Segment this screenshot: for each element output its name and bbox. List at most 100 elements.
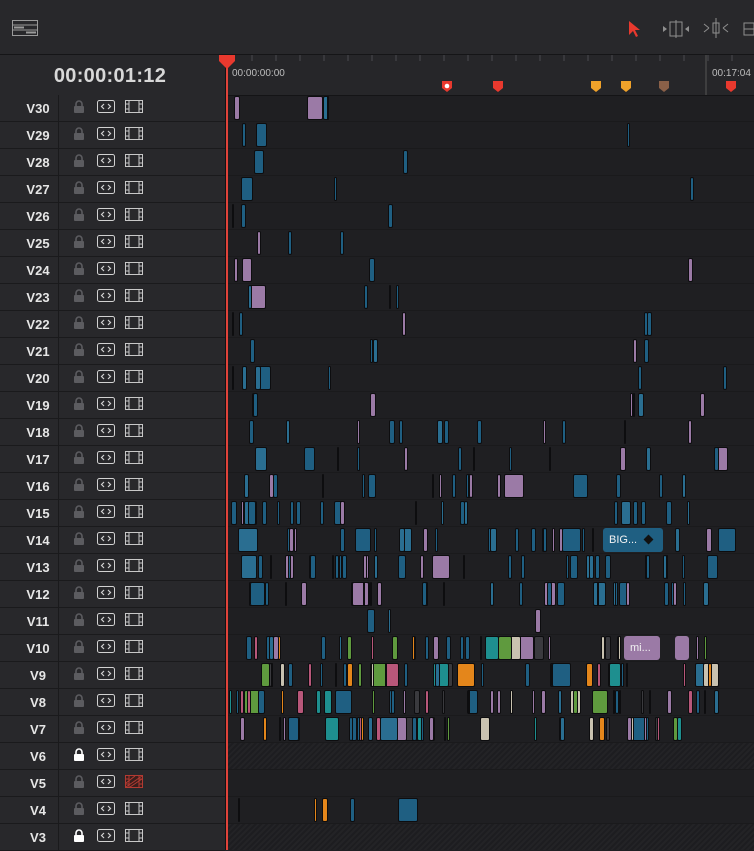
timeline-clip[interactable] (645, 447, 651, 471)
timeline-clip[interactable] (397, 555, 407, 579)
film-icon[interactable] (125, 100, 143, 118)
timeline-clip[interactable] (260, 663, 271, 687)
film-icon[interactable] (125, 802, 143, 820)
timeline-clip[interactable] (472, 447, 475, 471)
timeline-clip[interactable] (287, 231, 293, 255)
unlock-icon[interactable] (73, 100, 85, 118)
timeline-clip[interactable] (255, 123, 268, 147)
auto-select-icon[interactable] (97, 829, 115, 847)
timeline-clip[interactable] (271, 663, 274, 687)
timeline-clip[interactable] (444, 420, 449, 444)
timeline-clip[interactable] (340, 501, 345, 525)
auto-select-icon[interactable] (97, 694, 115, 712)
unlock-icon[interactable] (73, 721, 85, 739)
timeline-clip[interactable] (398, 420, 403, 444)
timeline-clip[interactable] (350, 798, 355, 822)
timeline-clip[interactable] (573, 690, 578, 714)
timeline-clip[interactable] (442, 582, 446, 606)
track-lane[interactable] (226, 311, 754, 338)
timeline-clip[interactable] (479, 636, 482, 660)
timeline-clip[interactable] (392, 636, 398, 660)
timeline-clip[interactable] (374, 528, 377, 552)
unlock-icon[interactable] (73, 397, 85, 415)
timeline-clip[interactable] (446, 636, 452, 660)
timeline-clip[interactable] (462, 555, 465, 579)
unlock-icon[interactable] (73, 235, 85, 253)
auto-select-icon[interactable] (97, 586, 115, 604)
timeline-clip[interactable] (281, 690, 285, 714)
timeline-marker[interactable] (658, 80, 670, 98)
auto-select-icon[interactable] (97, 748, 115, 766)
timeline-clip[interactable] (288, 555, 291, 579)
timeline-clip[interactable] (632, 501, 638, 525)
track-lane[interactable] (226, 500, 754, 527)
timeline-clip[interactable] (341, 555, 347, 579)
timeline-clip[interactable] (248, 501, 257, 525)
track-lane[interactable] (226, 689, 754, 716)
timeline-clip[interactable] (420, 717, 424, 741)
timeline-clip[interactable] (396, 285, 399, 309)
timeline-clip[interactable] (565, 555, 569, 579)
timeline-clip[interactable] (315, 690, 322, 714)
timeline-clip[interactable] (548, 447, 552, 471)
timeline-clip[interactable] (675, 636, 689, 660)
timeline-clip[interactable] (314, 798, 317, 822)
timeline-clip[interactable] (706, 528, 713, 552)
timeline-marker[interactable] (441, 80, 453, 98)
timeline-clip[interactable] (249, 285, 267, 309)
auto-select-icon[interactable] (97, 262, 115, 280)
timeline-clip[interactable] (620, 501, 632, 525)
film-icon[interactable] (125, 127, 143, 145)
timeline-clip[interactable] (666, 690, 672, 714)
timeline-clip[interactable] (248, 285, 252, 309)
timeline-clip[interactable] (683, 663, 687, 687)
auto-select-icon[interactable] (97, 802, 115, 820)
timeline-clip[interactable] (658, 474, 663, 498)
timeline-clip[interactable] (254, 366, 261, 390)
timeline-clip[interactable] (286, 420, 291, 444)
timeline-clip[interactable] (696, 636, 699, 660)
timeline-clip[interactable] (477, 420, 483, 444)
track-lane[interactable] (226, 338, 754, 365)
timeline-clip[interactable] (609, 663, 621, 687)
timeline-clip[interactable] (254, 150, 265, 174)
timeline-clip[interactable] (598, 717, 606, 741)
timeline-clip[interactable] (551, 663, 572, 687)
timeline-clip[interactable] (371, 663, 374, 687)
track-lane[interactable] (226, 284, 754, 311)
timeline-clip[interactable] (243, 474, 250, 498)
unlock-icon[interactable] (73, 370, 85, 388)
timeline-clip[interactable] (431, 474, 435, 498)
timeline-clip[interactable] (644, 555, 647, 579)
timeline-clip[interactable] (411, 717, 417, 741)
timeline-clip[interactable] (368, 474, 376, 498)
timeline-clip[interactable] (269, 636, 275, 660)
timeline-clip[interactable] (437, 420, 444, 444)
timeline-clip[interactable] (363, 582, 366, 606)
unlock-icon[interactable] (73, 532, 85, 550)
timeline-clip[interactable] (530, 528, 537, 552)
unlock-icon[interactable] (73, 316, 85, 334)
timeline-clip[interactable] (604, 555, 611, 579)
auto-select-icon[interactable] (97, 397, 115, 415)
timeline-clip[interactable] (468, 474, 473, 498)
track-lane[interactable] (226, 473, 754, 500)
film-icon[interactable] (125, 181, 143, 199)
timeline-clip[interactable] (246, 690, 252, 714)
film-icon[interactable] (125, 154, 143, 172)
unlock-icon[interactable] (73, 262, 85, 280)
auto-select-icon[interactable] (97, 316, 115, 334)
named-clip-mi[interactable]: mi... (624, 636, 660, 660)
timeline-clip[interactable] (664, 582, 670, 606)
timeline-clip[interactable] (420, 555, 424, 579)
timeline-clip[interactable] (255, 447, 268, 471)
timeline-clip[interactable] (358, 717, 362, 741)
track-lane[interactable] (226, 419, 754, 446)
timeline-clip[interactable] (520, 555, 526, 579)
timeline-clip[interactable] (618, 690, 621, 714)
timeline-marker[interactable] (492, 80, 504, 98)
auto-select-icon[interactable] (97, 667, 115, 685)
timeline-clip[interactable] (615, 582, 618, 606)
timeline-clip[interactable] (306, 96, 323, 120)
timeline-clip[interactable] (380, 717, 399, 741)
